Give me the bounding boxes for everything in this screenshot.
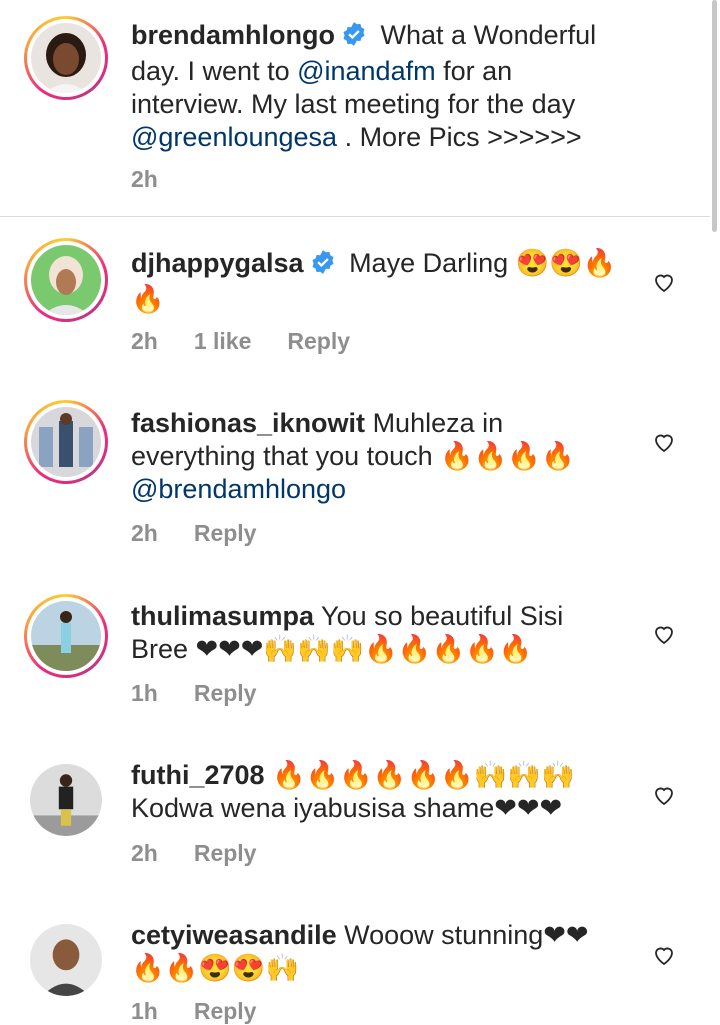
- comment-line1: Maye Darling 😍😍🔥: [349, 248, 617, 278]
- comment-username[interactable]: djhappygalsa: [131, 248, 304, 278]
- avatar-fashionas-iknowit[interactable]: [24, 400, 108, 484]
- caption-meta: 2h: [131, 166, 194, 193]
- reply-button[interactable]: Reply: [194, 520, 257, 546]
- avatar-image: [31, 245, 101, 315]
- caption-username[interactable]: brendamhlongo: [131, 20, 335, 50]
- comment-line2: 🔥: [131, 284, 165, 314]
- comment-line2: Bree ❤❤❤🙌🙌🙌🔥🔥🔥🔥🔥: [131, 634, 533, 664]
- comment-username[interactable]: thulimasumpa: [131, 601, 314, 631]
- comment-username[interactable]: futhi_2708: [131, 760, 265, 790]
- verified-badge-icon: [341, 21, 367, 55]
- comment-time: 2h: [131, 520, 158, 546]
- caption-text: brendamhlongo What a Wonderful day. I we…: [131, 19, 596, 154]
- heart-icon[interactable]: [652, 943, 676, 967]
- caption-line4b: . More Pics >>>>>>: [337, 122, 582, 152]
- avatar-image: [30, 924, 102, 996]
- comment-username[interactable]: cetyiweasandile: [131, 920, 337, 950]
- avatar-futhi-2708[interactable]: [24, 758, 108, 842]
- heart-icon[interactable]: [652, 430, 676, 454]
- heart-icon[interactable]: [652, 783, 676, 807]
- reply-button[interactable]: Reply: [287, 328, 350, 354]
- comment-text: djhappygalsa Maye Darling 😍😍🔥 🔥: [131, 247, 616, 316]
- comment-text: cetyiweasandile Wooow stunning❤❤ 🔥🔥😍😍🙌: [131, 919, 589, 985]
- avatar-thulimasumpa[interactable]: [24, 594, 108, 678]
- heart-icon[interactable]: [652, 622, 676, 646]
- mention-inandafm[interactable]: @inandafm: [297, 56, 435, 86]
- comment-line1: Muhleza in: [365, 408, 504, 438]
- comment-line2: 🔥🔥😍😍🙌: [131, 953, 300, 983]
- reply-button[interactable]: Reply: [194, 840, 257, 866]
- mention-brendamhlongo[interactable]: @brendamhlongo: [131, 473, 575, 506]
- comment-time: 1h: [131, 998, 158, 1024]
- comment-time: 2h: [131, 328, 158, 354]
- comment-meta: 1h Reply: [131, 680, 292, 707]
- avatar-image: [31, 23, 101, 93]
- avatar-image: [30, 764, 102, 836]
- comment-text: futhi_2708 🔥🔥🔥🔥🔥🔥🙌🙌🙌 Kodwa wena iyabusis…: [131, 759, 575, 825]
- comment-meta: 2h 1 like Reply: [131, 328, 386, 355]
- avatar-cetyiweasandile[interactable]: [24, 918, 108, 1002]
- caption-text-start: What a Wonderful: [380, 20, 597, 50]
- avatar-djhappygalsa[interactable]: [24, 238, 108, 322]
- comment-line2: everything that you touch 🔥🔥🔥🔥: [131, 441, 575, 471]
- comment-meta: 2h Reply: [131, 520, 292, 547]
- reply-button[interactable]: Reply: [194, 680, 257, 706]
- divider: [0, 216, 710, 217]
- reply-button[interactable]: Reply: [194, 998, 257, 1024]
- verified-badge-icon: [310, 249, 336, 283]
- heart-icon[interactable]: [652, 270, 676, 294]
- comment-username[interactable]: fashionas_iknowit: [131, 408, 365, 438]
- comment-line1: You so beautiful Sisi: [314, 601, 564, 631]
- comment-likes[interactable]: 1 like: [194, 328, 252, 354]
- comment-line1: 🔥🔥🔥🔥🔥🔥🙌🙌🙌: [264, 760, 575, 790]
- comment-text: fashionas_iknowit Muhleza in everything …: [131, 407, 575, 506]
- comment-meta: 1h Reply: [131, 998, 292, 1025]
- avatar-brendamhlongo[interactable]: [24, 16, 108, 100]
- comment-time: 1h: [131, 680, 158, 706]
- comment-time: 2h: [131, 840, 158, 866]
- avatar-image: [31, 601, 101, 671]
- caption-line2b: for an: [435, 56, 513, 86]
- comment-meta: 2h Reply: [131, 840, 292, 867]
- caption-time: 2h: [131, 166, 158, 192]
- comment-line1: Wooow stunning❤❤: [336, 920, 589, 950]
- comment-text: thulimasumpa You so beautiful Sisi Bree …: [131, 600, 563, 666]
- comment-line2: Kodwa wena iyabusisa shame❤❤❤: [131, 793, 563, 823]
- avatar-image: [31, 407, 101, 477]
- mention-greenloungesa[interactable]: @greenloungesa: [131, 122, 337, 152]
- caption-line2a: day. I went to: [131, 56, 298, 86]
- scrollbar[interactable]: [712, 0, 717, 232]
- caption-line3: interview. My last meeting for the day: [131, 89, 576, 119]
